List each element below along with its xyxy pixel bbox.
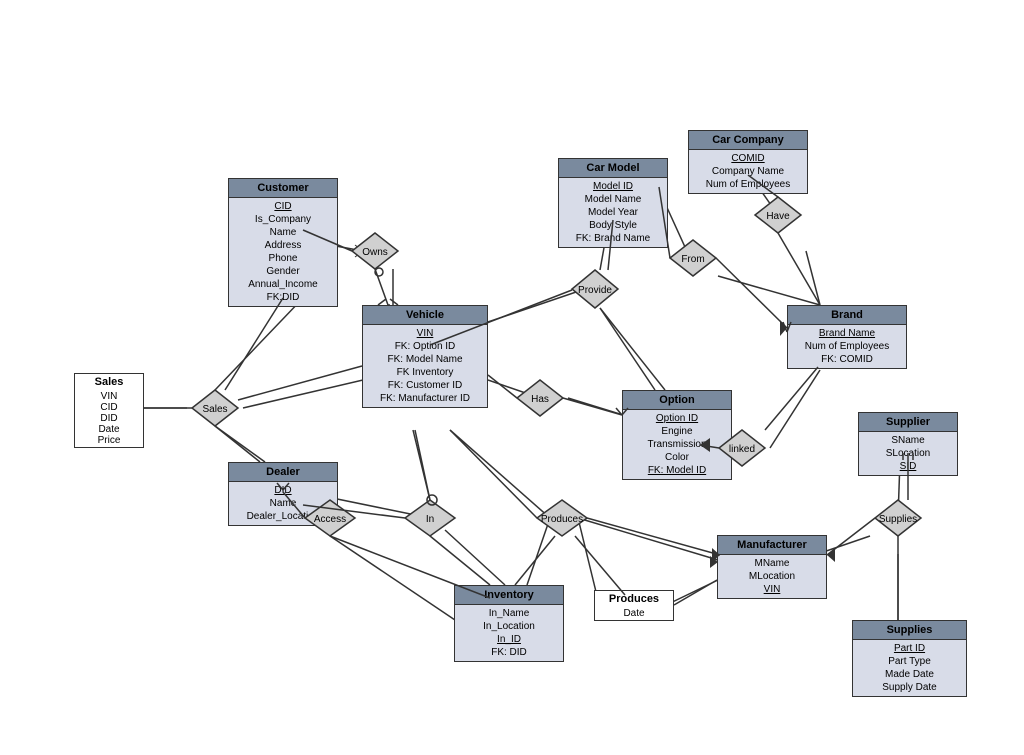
customer-attr-3: Address [235,239,331,252]
car-model-title: Car Model [559,159,667,178]
car-model-attr-4: FK: Brand Name [565,232,661,245]
option-pk: Option ID [629,412,725,425]
produces-date-box: Produces Date [594,590,674,621]
car-company-attrs: COMID Company Name Num of Employees [689,150,807,193]
supplier-title: Supplier [859,413,957,432]
supplies-box-pk: Part ID [859,642,960,655]
manufacturer-attr-1: MName [724,557,820,570]
supplier-attr-2: SLocation [865,447,951,460]
dealer-entity: Dealer DID Name Dealer_Location [228,462,338,526]
brand-entity: Brand Brand Name Num of Employees FK: CO… [787,305,907,369]
customer-attr-1: Is_Company [235,213,331,226]
sales-attr-did: DID [79,413,139,424]
customer-attr-2: Name [235,226,331,239]
car-company-attr-1: Company Name [695,165,801,178]
sales-attr-date: Date [79,424,139,435]
car-company-entity: Car Company COMID Company Name Num of Em… [688,130,808,194]
supplies-box-attrs: Part ID Part Type Made Date Supply Date [853,640,966,696]
dealer-attr-1: Name [235,497,331,510]
car-company-title: Car Company [689,131,807,150]
vehicle-attrs: VIN FK: Option ID FK: Model Name FK Inve… [363,325,487,407]
customer-attrs: CID Is_Company Name Address Phone Gender… [229,198,337,306]
manufacturer-entity: Manufacturer MName MLocation VIN [717,535,827,599]
inventory-attr-2: In_Location [461,620,557,633]
vehicle-title: Vehicle [363,306,487,325]
dealer-pk: DID [235,484,331,497]
dealer-title: Dealer [229,463,337,482]
supplier-entity: Supplier SName SLocation SID [858,412,958,476]
vehicle-attr-5: FK: Manufacturer ID [369,392,481,405]
manufacturer-title: Manufacturer [718,536,826,555]
car-company-pk: COMID [695,152,801,165]
brand-title: Brand [788,306,906,325]
dealer-attr-2: Dealer_Location [235,510,331,523]
car-model-attr-2: Model Year [565,206,661,219]
brand-attr-2: FK: COMID [794,353,900,366]
vehicle-pk: VIN [369,327,481,340]
vehicle-attr-3: FK Inventory [369,366,481,379]
brand-attr-1: Num of Employees [794,340,900,353]
supplies-box-attr-1: Part Type [859,655,960,668]
produces-date-attrs: Date [595,607,673,620]
er-diagram: Customer CID Is_Company Name Address Pho… [0,0,1024,755]
produces-date-title: Produces [595,591,673,607]
car-model-attr-3: Body Style [565,219,661,232]
inventory-attr-1: In_Name [461,607,557,620]
dealer-attrs: DID Name Dealer_Location [229,482,337,525]
supplies-box-attr-2: Made Date [859,668,960,681]
supplier-attr-1: SName [865,434,951,447]
supplies-box-attr-3: Supply Date [859,681,960,694]
brand-attrs: Brand Name Num of Employees FK: COMID [788,325,906,368]
option-title: Option [623,391,731,410]
sales-plain-box: Sales VIN CID DID Date Price [74,373,144,448]
inventory-pk: In_ID [461,633,557,646]
customer-attr-7: FK:DID [235,291,331,304]
supplier-attrs: SName SLocation SID [859,432,957,475]
sales-attr-price: Price [79,435,139,446]
customer-pk: CID [235,200,331,213]
customer-attr-6: Annual_Income [235,278,331,291]
option-attr-3: Color [629,451,725,464]
car-model-entity: Car Model Model ID Model Name Model Year… [558,158,668,248]
manufacturer-attr-2: MLocation [724,570,820,583]
sales-attr-vin: VIN [79,391,139,402]
customer-title: Customer [229,179,337,198]
inventory-attr-3: FK: DID [461,646,557,659]
option-attr-1: Engine [629,425,725,438]
option-fk: FK: Model ID [629,464,725,477]
car-model-pk: Model ID [565,180,661,193]
inventory-attrs: In_Name In_Location In_ID FK: DID [455,605,563,661]
produces-date-attr: Date [599,608,669,619]
option-attr-2: Transmission [629,438,725,451]
manufacturer-pk: VIN [724,583,820,596]
customer-attr-4: Phone [235,252,331,265]
sales-box-title: Sales [75,374,143,390]
inventory-entity: Inventory In_Name In_Location In_ID FK: … [454,585,564,662]
car-model-attr-1: Model Name [565,193,661,206]
vehicle-attr-1: FK: Option ID [369,340,481,353]
inventory-title: Inventory [455,586,563,605]
vehicle-attr-2: FK: Model Name [369,353,481,366]
customer-entity: Customer CID Is_Company Name Address Pho… [228,178,338,307]
car-model-attrs: Model ID Model Name Model Year Body Styl… [559,178,667,247]
sales-box-attrs: VIN CID DID Date Price [75,390,143,447]
brand-pk: Brand Name [794,327,900,340]
supplies-box-entity: Supplies Part ID Part Type Made Date Sup… [852,620,967,697]
customer-attr-5: Gender [235,265,331,278]
supplies-box-title: Supplies [853,621,966,640]
option-attrs: Option ID Engine Transmission Color FK: … [623,410,731,479]
car-company-attr-2: Num of Employees [695,178,801,191]
vehicle-attr-4: FK: Customer ID [369,379,481,392]
vehicle-entity: Vehicle VIN FK: Option ID FK: Model Name… [362,305,488,408]
manufacturer-attrs: MName MLocation VIN [718,555,826,598]
supplier-pk: SID [865,460,951,473]
sales-attr-cid: CID [79,402,139,413]
option-entity: Option Option ID Engine Transmission Col… [622,390,732,480]
